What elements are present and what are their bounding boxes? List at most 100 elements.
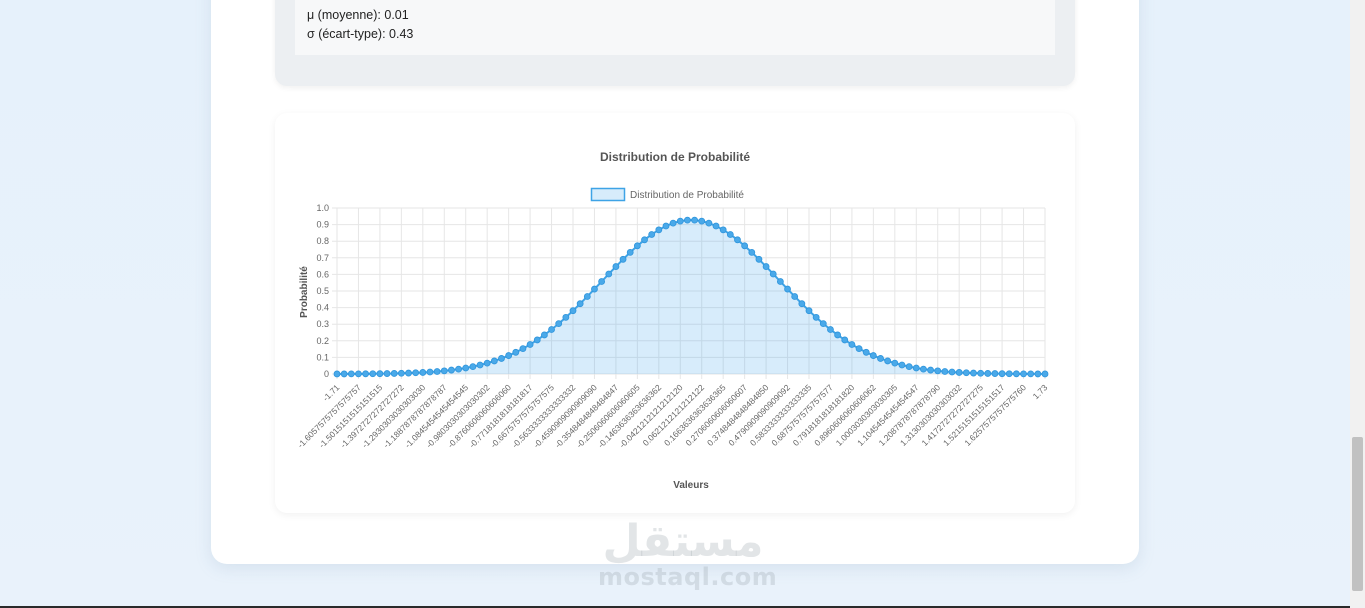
data-point [383, 370, 391, 377]
data-point [834, 331, 842, 339]
y-tick-label: 1.0 [316, 203, 329, 213]
data-point [648, 231, 656, 238]
data-point [476, 361, 484, 369]
data-point [984, 370, 992, 377]
data-point [362, 370, 370, 378]
watermark-latin-text: mostaql.com [598, 563, 778, 591]
data-point [376, 370, 384, 378]
data-point [333, 370, 341, 378]
data-point [355, 370, 362, 378]
data-point [583, 293, 591, 300]
legend-label: Distribution de Probabilité [630, 190, 744, 201]
y-tick-label: 0.1 [316, 352, 329, 362]
data-point [1034, 370, 1042, 378]
watermark-arabic-text: مستقل [602, 516, 764, 567]
data-point [884, 357, 892, 365]
data-point [769, 270, 777, 278]
data-point [412, 369, 420, 377]
data-point [369, 370, 377, 378]
data-point [920, 365, 927, 373]
data-point [1005, 370, 1013, 378]
data-point [977, 369, 985, 377]
data-point [1020, 370, 1027, 378]
legend-swatch [590, 187, 626, 202]
y-axis-title: Probabilité [299, 266, 310, 318]
data-point [440, 367, 448, 375]
x-tick-label: 1.73 [1031, 382, 1050, 401]
data-point [948, 368, 956, 376]
y-tick-label: 0.5 [316, 286, 329, 296]
data-point [569, 307, 577, 315]
y-tick-label: 0.4 [316, 303, 329, 313]
mostaql-watermark: مستقل mostaql.com [598, 516, 778, 591]
data-point [791, 293, 799, 300]
data-point [805, 307, 813, 315]
data-point [691, 216, 698, 224]
data-point [1041, 370, 1049, 378]
series-area-fill [337, 220, 1045, 374]
y-tick-label: 0.8 [316, 236, 329, 246]
mean-value-text: μ (moyenne): 0.01 [307, 8, 409, 22]
data-point [734, 236, 741, 244]
data-point [912, 364, 920, 372]
data-point [762, 263, 770, 270]
data-point [905, 363, 913, 371]
data-point [498, 355, 505, 362]
data-point [605, 270, 613, 278]
data-point [848, 341, 856, 348]
data-point [927, 366, 934, 374]
data-point [898, 361, 906, 369]
chart-legend[interactable]: Distribution de Probabilité [590, 187, 745, 202]
data-point [998, 370, 1006, 378]
data-point [619, 255, 627, 263]
x-axis: -1.71-1.6057575757575757-1.5015151515151… [295, 382, 1049, 450]
data-point [676, 217, 684, 225]
data-point [483, 359, 491, 367]
chart-card: Distribution de Probabilité Distribution… [275, 113, 1075, 513]
scrollbar-thumb[interactable] [1352, 437, 1363, 591]
data-point [519, 345, 527, 353]
data-point [448, 366, 455, 374]
y-tick-label: 0.9 [316, 220, 329, 230]
x-axis-title: Valeurs [673, 480, 709, 491]
data-point [705, 219, 713, 227]
y-tick-label: 0.7 [316, 253, 329, 263]
data-point [505, 352, 513, 359]
data-point [862, 348, 870, 356]
vertical-scrollbar[interactable] [1350, 0, 1365, 608]
data-point [991, 370, 999, 377]
data-point [533, 336, 541, 344]
data-point [626, 248, 634, 256]
data-point [512, 348, 520, 356]
data-point [869, 352, 877, 359]
data-point [612, 263, 620, 270]
data-point [540, 331, 548, 339]
data-point [684, 216, 691, 224]
data-point [819, 320, 827, 328]
data-point [827, 326, 834, 333]
data-point [490, 357, 498, 365]
data-point [941, 368, 949, 375]
data-point [390, 370, 398, 377]
data-point [776, 278, 784, 285]
data-point [1012, 370, 1020, 378]
data-point [841, 336, 849, 344]
data-point [719, 226, 727, 234]
data-point [955, 369, 963, 376]
data-point [855, 345, 863, 353]
data-point [340, 370, 348, 378]
data-point [397, 369, 405, 377]
y-axis: 0 0.1 0.2 0.3 0.4 0.5 0.6 0.7 0.8 0.9 1.0 [316, 203, 329, 379]
data-point [598, 278, 606, 285]
data-point [741, 242, 749, 250]
data-point [548, 326, 555, 333]
data-point [633, 242, 641, 250]
data-point [891, 359, 899, 367]
chart-title: Distribution de Probabilité [600, 150, 750, 164]
data-point [462, 364, 470, 372]
data-point [712, 222, 720, 230]
data-point [934, 367, 942, 375]
data-point [455, 365, 462, 373]
data-point [962, 369, 970, 377]
data-point [433, 368, 441, 375]
